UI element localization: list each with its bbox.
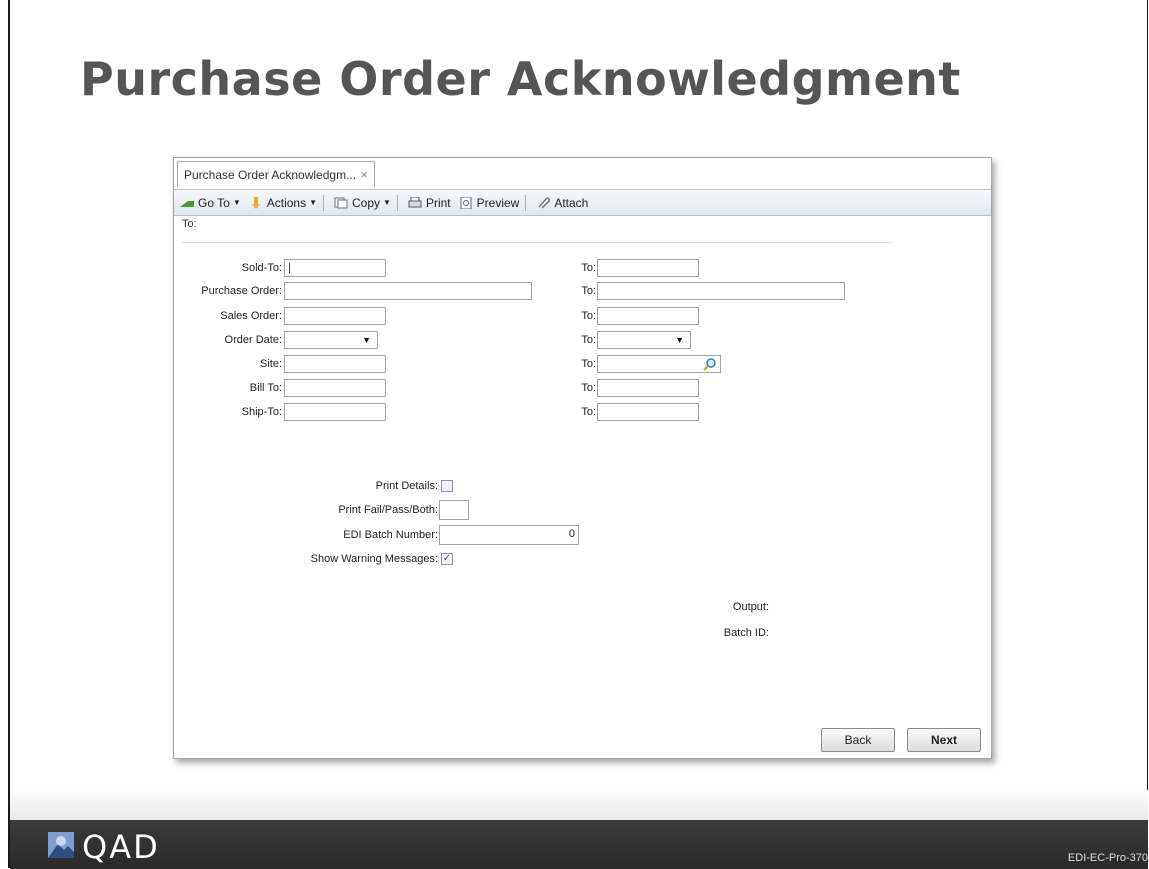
toolbar-divider xyxy=(525,194,527,211)
site-to-label: To: xyxy=(581,358,596,370)
sold-to-to-input[interactable] xyxy=(597,259,699,277)
ship-to-to-label: To: xyxy=(581,406,596,418)
attach-button[interactable]: Attach xyxy=(536,196,588,210)
output-label: Output: xyxy=(732,601,769,613)
purchase-order-label: Purchase Order: xyxy=(201,285,282,297)
slide-code: EDI-EC-Pro-370 xyxy=(1067,852,1148,864)
goto-label: Go To xyxy=(198,195,230,210)
tab-label: Purchase Order Acknowledgm... xyxy=(184,168,357,182)
show-warnings-label: Show Warning Messages: xyxy=(310,553,438,565)
paperclip-icon xyxy=(536,196,551,209)
footer-gradient xyxy=(10,790,1148,820)
tab-purchase-order-ack[interactable]: Purchase Order Acknowledgm... × xyxy=(177,161,375,187)
toolbar-divider xyxy=(396,194,398,211)
print-button[interactable]: Print xyxy=(408,196,451,210)
goto-menu[interactable]: Go To ▼ xyxy=(180,196,241,210)
sales-order-to-input[interactable] xyxy=(597,307,699,325)
order-date-select[interactable]: ▼ xyxy=(284,331,378,349)
sales-order-label: Sales Order: xyxy=(220,310,282,322)
order-date-to-select[interactable]: ▼ xyxy=(597,331,691,349)
purchase-order-to-input[interactable] xyxy=(597,282,845,300)
ship-to-to-input[interactable] xyxy=(597,403,699,421)
site-to-input[interactable] xyxy=(597,355,721,373)
chevron-down-icon: ▼ xyxy=(232,198,241,207)
actions-icon xyxy=(249,196,263,209)
print-fail-pass-input[interactable] xyxy=(439,500,469,520)
preview-button[interactable]: Preview xyxy=(459,195,520,210)
sold-to-to-label: To: xyxy=(581,262,596,274)
toolbar-divider xyxy=(323,194,325,211)
site-label: Site: xyxy=(259,358,282,370)
back-button[interactable]: Back xyxy=(821,728,895,752)
divider xyxy=(182,242,892,243)
edi-batch-number-label: EDI Batch Number: xyxy=(343,529,438,541)
edi-batch-number-input[interactable]: 0 xyxy=(439,525,579,545)
bill-to-input[interactable] xyxy=(284,379,386,397)
actions-menu[interactable]: Actions ▼ xyxy=(249,196,317,210)
preview-icon xyxy=(459,196,473,209)
app-window: Purchase Order Acknowledgm... × Go To ▼ … xyxy=(173,157,992,759)
print-details-checkbox[interactable] xyxy=(441,480,453,492)
chevron-down-icon: ▼ xyxy=(383,198,391,207)
slide-title: Purchase Order Acknowledgment xyxy=(80,52,961,106)
chevron-down-icon: ▼ xyxy=(675,335,684,345)
sales-order-to-label: To: xyxy=(581,310,596,322)
sales-order-input[interactable] xyxy=(284,307,386,325)
print-label: Print xyxy=(425,195,451,210)
bill-to-to-label: To: xyxy=(581,382,596,394)
copy-icon xyxy=(334,197,348,209)
preview-label: Preview xyxy=(476,195,520,210)
bill-to-to-input[interactable] xyxy=(597,379,699,397)
bill-to-label: Bill To: xyxy=(249,382,282,394)
search-icon[interactable] xyxy=(703,357,717,376)
ship-to-label: Ship-To: xyxy=(241,406,282,418)
qad-logo-icon xyxy=(48,832,74,858)
order-date-label: Order Date: xyxy=(224,334,282,346)
next-button[interactable]: Next xyxy=(907,728,981,752)
copy-label: Copy xyxy=(352,195,381,210)
header-to-label: To: xyxy=(182,218,197,230)
copy-menu[interactable]: Copy ▼ xyxy=(334,196,391,210)
print-fail-pass-label: Print Fail/Pass/Both: xyxy=(338,504,438,516)
batch-id-label: Batch ID: xyxy=(723,627,769,639)
chevron-down-icon: ▼ xyxy=(362,335,371,345)
order-date-to-label: To: xyxy=(581,334,596,346)
purchase-order-input[interactable] xyxy=(284,282,532,300)
sold-to-input[interactable]: | xyxy=(284,259,386,277)
purchase-order-to-label: To: xyxy=(581,285,596,297)
toolbar: Go To ▼ Actions ▼ Copy ▼ Print Preview A… xyxy=(174,189,991,216)
goto-arrow-icon xyxy=(180,197,194,209)
printer-icon xyxy=(408,196,422,209)
sold-to-label: Sold-To: xyxy=(241,262,282,274)
site-input[interactable] xyxy=(284,355,386,373)
ship-to-input[interactable] xyxy=(284,403,386,421)
brand-name: QAD xyxy=(82,828,160,866)
attach-label: Attach xyxy=(554,195,589,210)
close-icon[interactable]: × xyxy=(360,162,368,188)
actions-label: Actions xyxy=(266,195,307,210)
show-warnings-checkbox[interactable]: ✓ xyxy=(441,553,453,565)
chevron-down-icon: ▼ xyxy=(309,198,318,207)
slide-footer: QAD EDI-EC-Pro-370 xyxy=(10,820,1148,869)
print-details-label: Print Details: xyxy=(375,480,438,492)
